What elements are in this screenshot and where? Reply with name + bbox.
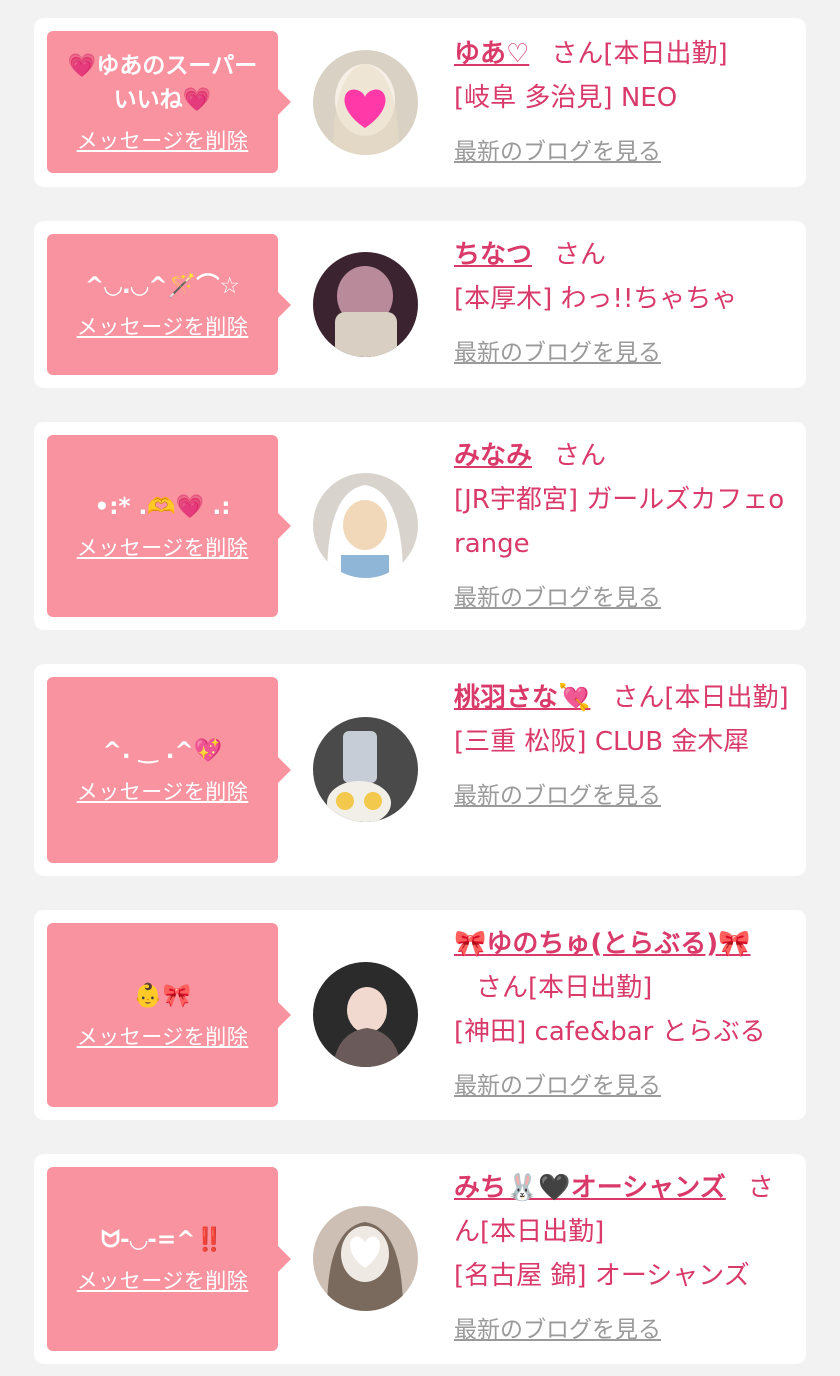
delete-message-link[interactable]: メッセージを削除 bbox=[77, 532, 249, 562]
status-text: [本日出勤] bbox=[480, 1217, 605, 1247]
message-bubble: 👶🎀 メッセージを削除 bbox=[47, 923, 291, 1107]
avatar-face bbox=[343, 500, 387, 550]
avatar-plush-eye bbox=[336, 792, 354, 810]
message-bubble: ᗢ-◡-=^‼️ メッセージを削除 bbox=[47, 1167, 291, 1351]
delete-message-link[interactable]: メッセージを削除 bbox=[77, 1021, 249, 1051]
name-line: ゆあ♡ さん[本日出勤] bbox=[454, 32, 794, 76]
honorific: さん bbox=[476, 973, 529, 1003]
avatar[interactable] bbox=[313, 473, 418, 578]
avatar[interactable] bbox=[313, 1206, 418, 1311]
status-text: [本日出勤] bbox=[528, 973, 653, 1003]
message-card: ᗢ-◡-=^‼️ メッセージを削除 みち🐰🖤オーシャンズ さん[本日出勤] [名古… bbox=[34, 1154, 806, 1364]
message-text-line: 💗ゆあのスーパー bbox=[67, 53, 258, 79]
message-text-line: ^. ‿ .^💖 bbox=[102, 738, 223, 764]
avatar[interactable] bbox=[313, 252, 418, 357]
message-card: 👶🎀 メッセージを削除 🎀ゆのちゅ(とらぶる)🎀 さん[本日出勤] [神田] ca… bbox=[34, 910, 806, 1120]
avatar-phone bbox=[343, 731, 377, 783]
shop-text: [岐阜 多治見] NEO bbox=[454, 83, 678, 113]
avatar[interactable] bbox=[313, 962, 418, 1067]
shop-text: [本厚木] わっ!!ちゃちゃ bbox=[454, 284, 738, 314]
latest-blog-link[interactable]: 最新のブログを見る bbox=[454, 1310, 661, 1344]
name-line: 桃羽さな💘 さん[本日出勤] bbox=[454, 676, 794, 720]
message-text-line: ᗢ-◡-=^‼️ bbox=[100, 1227, 225, 1253]
delete-message-link[interactable]: メッセージを削除 bbox=[77, 776, 249, 806]
avatar[interactable] bbox=[313, 50, 418, 155]
status-text: [本日出勤] bbox=[603, 39, 728, 69]
profile-name-link[interactable]: 🎀ゆのちゅ(とらぶる)🎀 bbox=[454, 929, 751, 959]
latest-blog-link[interactable]: 最新のブログを見る bbox=[454, 776, 661, 810]
message-text-line: いいね💗 bbox=[113, 87, 212, 113]
profile-name-link[interactable]: みなみ bbox=[454, 441, 532, 471]
shop-text: [神田] cafe&bar とらぶる bbox=[454, 1017, 766, 1047]
avatar[interactable] bbox=[313, 717, 418, 822]
message-card: ^◡.◡^🪄⌒☆ メッセージを削除 ちなつ さん [本厚木] わっ!!ちゃちゃ 最… bbox=[34, 221, 806, 388]
honorific: さん bbox=[554, 240, 607, 270]
message-card: ^. ‿ .^💖 メッセージを削除 桃羽さな💘 さん[本日出勤] [三重 松阪] … bbox=[34, 664, 806, 876]
name-line: ちなつ さん bbox=[454, 233, 794, 277]
profile-name-link[interactable]: ゆあ♡ bbox=[454, 39, 529, 69]
profile-info: ちなつ さん [本厚木] わっ!!ちゃちゃ 最新のブログを見る bbox=[454, 233, 794, 367]
avatar-outfit bbox=[341, 555, 389, 578]
latest-blog-link[interactable]: 最新のブログを見る bbox=[454, 578, 661, 612]
latest-blog-link[interactable]: 最新のブログを見る bbox=[454, 333, 661, 367]
delete-message-link[interactable]: メッセージを削除 bbox=[77, 125, 249, 155]
message-card: 💗ゆあのスーパー いいね💗 メッセージを削除 ゆあ♡ さん[本日出勤] [岐阜 多… bbox=[34, 18, 806, 187]
name-line: みち🐰🖤オーシャンズ さん[本日出勤] bbox=[454, 1166, 794, 1254]
message-bubble: ^◡.◡^🪄⌒☆ メッセージを削除 bbox=[47, 234, 291, 375]
name-line: みなみ さん bbox=[454, 434, 794, 478]
profile-info: ゆあ♡ さん[本日出勤] [岐阜 多治見] NEO 最新のブログを見る bbox=[454, 32, 794, 166]
shop-text: [三重 松阪] CLUB 金木犀 bbox=[454, 727, 750, 757]
shop-text: [JR宇都宮] ガールズカフェorange bbox=[454, 485, 785, 559]
status-text: [本日出勤] bbox=[664, 683, 789, 713]
message-text-line: •:* .🫶💗 .: bbox=[94, 494, 231, 520]
profile-name-link[interactable]: ちなつ bbox=[454, 240, 532, 270]
profile-name-link[interactable]: 桃羽さな💘 bbox=[454, 683, 590, 713]
avatar-plush-eye bbox=[364, 792, 382, 810]
profile-info: みち🐰🖤オーシャンズ さん[本日出勤] [名古屋 錦] オーシャンズ 最新のブログ… bbox=[454, 1166, 794, 1344]
name-line: 🎀ゆのちゅ(とらぶる)🎀 さん[本日出勤] bbox=[454, 922, 794, 1010]
message-bubble: 💗ゆあのスーパー いいね💗 メッセージを削除 bbox=[47, 31, 291, 173]
message-bubble: •:* .🫶💗 .: メッセージを削除 bbox=[47, 435, 291, 617]
profile-info: みなみ さん [JR宇都宮] ガールズカフェorange 最新のブログを見る bbox=[454, 434, 794, 612]
latest-blog-link[interactable]: 最新のブログを見る bbox=[454, 132, 661, 166]
profile-name-link[interactable]: みち🐰🖤オーシャンズ bbox=[454, 1173, 726, 1203]
honorific: さん bbox=[551, 39, 604, 69]
avatar-hand bbox=[335, 312, 397, 357]
liked-message-list: 💗ゆあのスーパー いいね💗 メッセージを削除 ゆあ♡ さん[本日出勤] [岐阜 多… bbox=[0, 0, 840, 1376]
latest-blog-link[interactable]: 最新のブログを見る bbox=[454, 1066, 661, 1100]
shop-text: [名古屋 錦] オーシャンズ bbox=[454, 1261, 750, 1291]
message-text-line: 👶🎀 bbox=[133, 983, 192, 1009]
delete-message-link[interactable]: メッセージを削除 bbox=[77, 1265, 249, 1295]
message-card: •:* .🫶💗 .: メッセージを削除 みなみ さん [JR宇都宮] ガールズカフ… bbox=[34, 422, 806, 630]
profile-info: 🎀ゆのちゅ(とらぶる)🎀さん[本日出勤] [神田] cafe&bar とらぶる … bbox=[454, 922, 794, 1100]
message-bubble: ^. ‿ .^💖 メッセージを削除 bbox=[47, 677, 291, 863]
avatar-face bbox=[347, 987, 387, 1033]
message-text-line: ^◡.◡^🪄⌒☆ bbox=[85, 272, 240, 299]
honorific: さん bbox=[554, 441, 607, 471]
profile-info: 桃羽さな💘 さん[本日出勤] [三重 松阪] CLUB 金木犀 最新のブログを見る bbox=[454, 676, 794, 810]
delete-message-link[interactable]: メッセージを削除 bbox=[77, 311, 249, 341]
honorific: さん bbox=[612, 683, 665, 713]
